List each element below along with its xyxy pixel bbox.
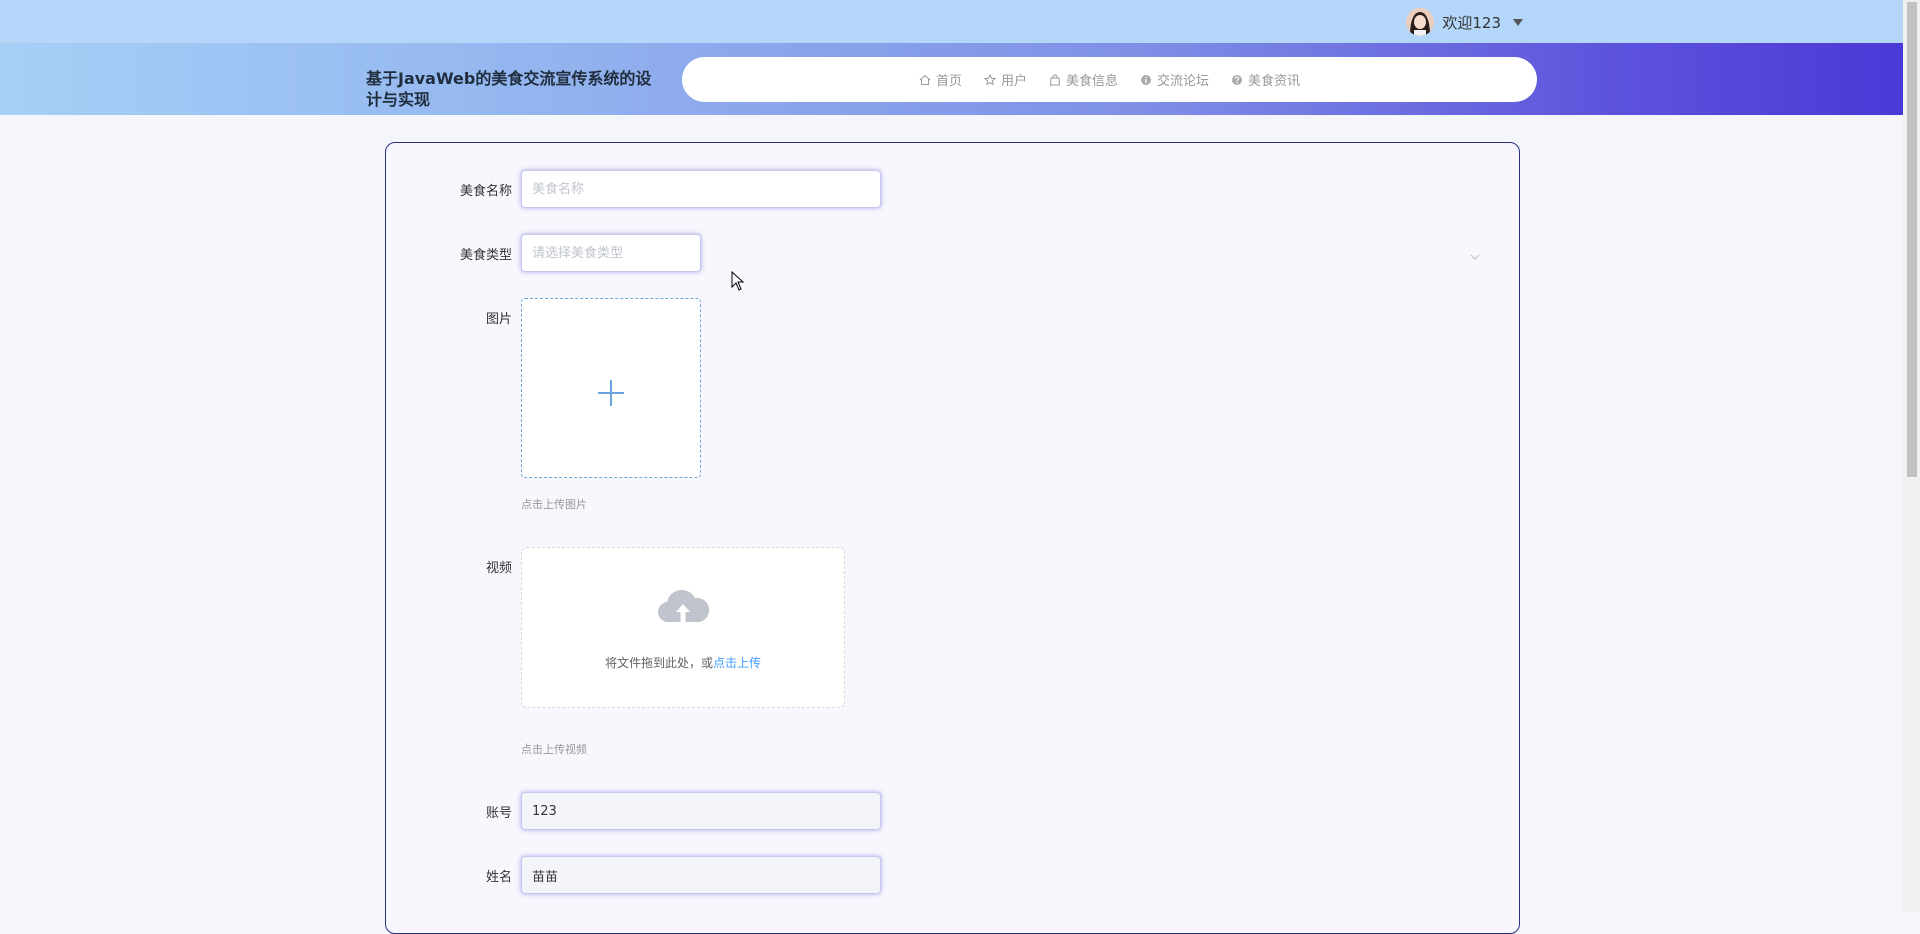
name-label: 姓名 [485,870,512,885]
food-name-label: 美食名称 [459,184,512,199]
nav-item-users[interactable]: 用户 [983,70,1027,89]
star-icon [983,73,996,85]
image-label: 图片 [485,312,512,327]
nav-item-home[interactable]: 首页 [919,70,962,89]
name-input[interactable] [521,856,881,894]
user-menu[interactable]: 欢迎123 [1406,7,1523,37]
video-drop-zone[interactable]: 将文件拖到此处，或点击上传 [521,547,845,708]
nav-item-forum[interactable]: 交流论坛 [1140,70,1209,89]
nav-item-label: 首页 [935,74,962,89]
nav-item-label: 交流论坛 [1157,74,1210,89]
info-icon [1141,74,1151,85]
image-upload-hint: 点击上传图片 [521,498,587,511]
upload-cloud-icon [657,589,710,623]
food-name-input[interactable] [521,170,881,208]
bag-icon [1049,74,1061,85]
nav-item-food-info[interactable]: 美食信息 [1049,70,1118,89]
chevron-down-icon[interactable] [1470,252,1480,262]
click-upload-link[interactable]: 点击上传 [713,656,761,670]
account-label: 账号 [485,806,512,821]
scrollbar-thumb[interactable] [1907,2,1917,477]
caret-down-icon[interactable] [1513,18,1523,26]
top-bar: 欢迎123 [0,0,1903,43]
main-nav: 首页 用户 美食信息 交流论坛 美食资讯 [682,57,1537,102]
question-icon [1232,74,1243,85]
user-greeting[interactable]: 欢迎123 [1442,12,1501,33]
image-upload-button[interactable] [521,298,701,478]
nav-item-news[interactable]: 美食资讯 [1231,70,1300,89]
vertical-scrollbar[interactable] [1903,0,1920,912]
mouse-cursor-icon [731,271,745,291]
site-title: 基于JavaWeb的美食交流宣传系统的设计与实现 [366,69,652,109]
nav-item-label: 美食资讯 [1248,74,1301,89]
food-type-label: 美食类型 [459,248,512,263]
nav-item-label: 美食信息 [1065,74,1118,89]
drop-zone-text: 将文件拖到此处，或 [604,656,713,670]
account-input[interactable] [521,792,881,830]
video-label: 视频 [485,561,512,576]
home-icon [919,74,931,85]
video-upload-hint: 点击上传视频 [521,743,587,756]
food-type-select[interactable] [521,234,701,272]
nav-item-label: 用户 [1000,74,1027,89]
avatar[interactable] [1406,8,1435,36]
